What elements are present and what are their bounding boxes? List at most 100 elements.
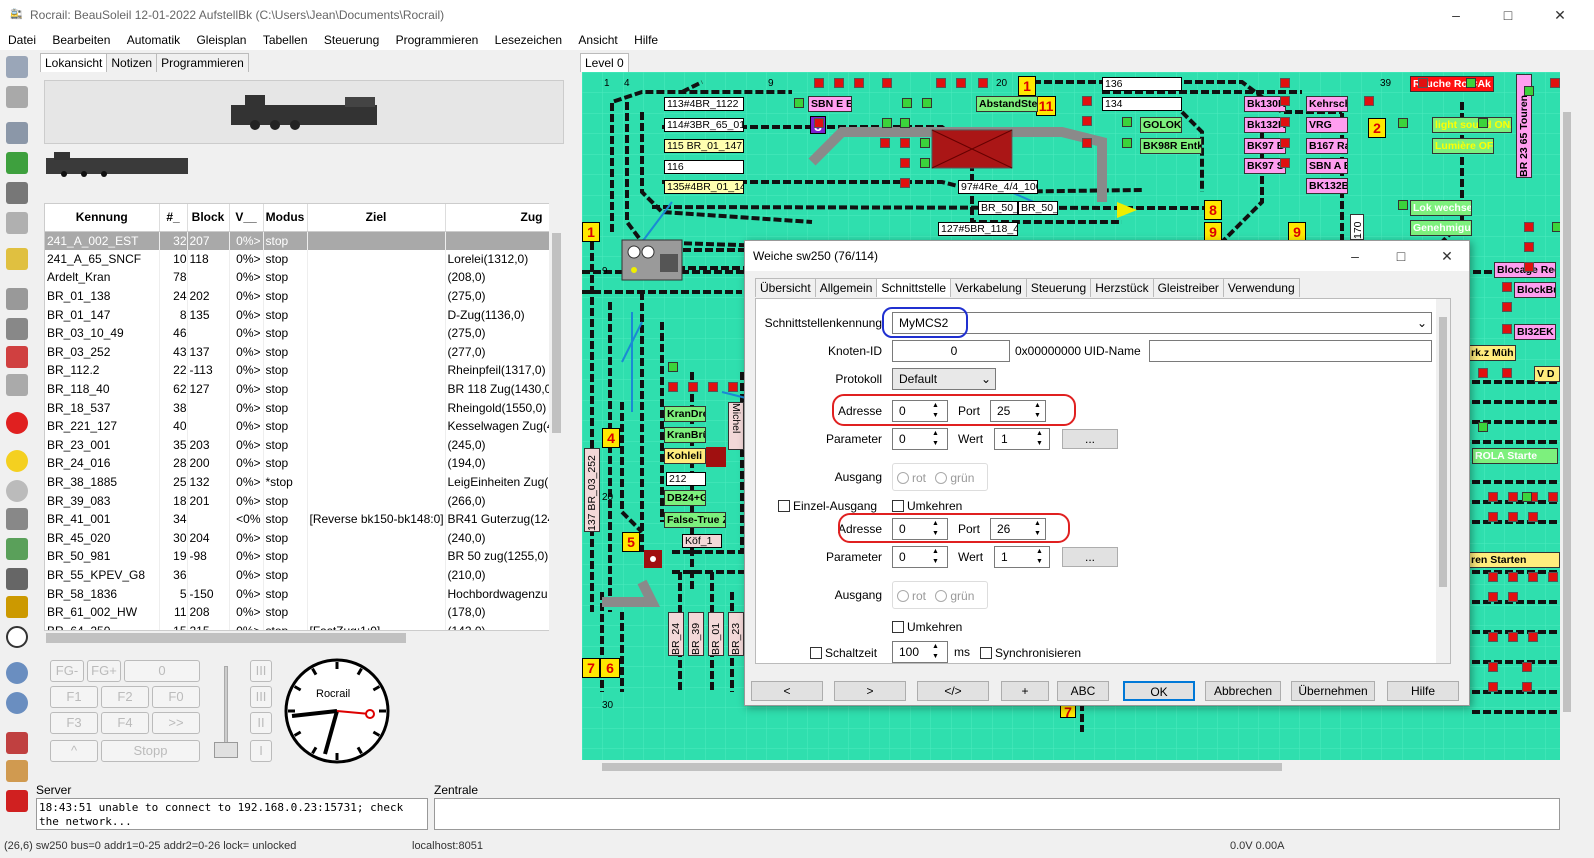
- table-row[interactable]: BR_45_020 30 204 0%> stop (240,0): [45, 528, 550, 548]
- speed-step-2-button[interactable]: II: [250, 712, 272, 734]
- block[interactable]: 115 BR_01_147: [664, 139, 744, 153]
- signal-red[interactable]: [814, 118, 824, 128]
- direction-button[interactable]: ^: [50, 740, 98, 762]
- signal-red[interactable]: [1522, 682, 1532, 692]
- label[interactable]: DB24+G: [664, 490, 706, 506]
- label[interactable]: light sound ON/: [1432, 117, 1512, 133]
- parameter2-input[interactable]: 0: [892, 546, 948, 568]
- block[interactable]: 135#4BR_01_14: [664, 180, 744, 194]
- vertical-label[interactable]: BR_23: [728, 612, 744, 656]
- col-number[interactable]: #_: [159, 204, 188, 232]
- table-row[interactable]: BR_50_981 19 -98 0%> stop BR 50 zug(1255,0): [45, 547, 550, 566]
- table-row[interactable]: BR_118_40 62 127 0%> stop BR 118 Zug(1430,0: [45, 379, 550, 399]
- signal-red[interactable]: [834, 78, 844, 88]
- marker-4[interactable]: 4: [602, 428, 620, 448]
- table-row[interactable]: BR_41_001 34 <0% stop [Reverse bk150-bk148:0…: [45, 509, 550, 529]
- vertical-label[interactable]: BR_24: [668, 612, 684, 656]
- signal-green[interactable]: [920, 158, 930, 168]
- signal-red[interactable]: [1488, 662, 1498, 672]
- table-row[interactable]: BR_39_083 18 201 0%> stop (266,0): [45, 491, 550, 510]
- tab-programmieren[interactable]: Programmieren: [156, 53, 249, 72]
- connect-icon[interactable]: [6, 288, 28, 310]
- switch-time-spinner[interactable]: ▲ ▼: [932, 642, 939, 662]
- block[interactable]: BR_50_: [978, 201, 1018, 215]
- col-speed[interactable]: V__: [229, 204, 264, 232]
- block[interactable]: BR_50_: [1018, 201, 1058, 215]
- signal-red[interactable]: [1280, 78, 1290, 88]
- block[interactable]: 127#5BR_118_4: [938, 222, 1018, 236]
- block[interactable]: 136: [1102, 77, 1182, 91]
- sound-icon[interactable]: [6, 480, 28, 502]
- tab-herzstueck[interactable]: Herzstück: [1090, 278, 1154, 297]
- parameter1-input[interactable]: 0: [892, 428, 948, 450]
- label[interactable]: B167 Ra: [1306, 138, 1348, 154]
- dialog-maximize-button[interactable]: □: [1381, 245, 1421, 267]
- minimize-button[interactable]: –: [1436, 4, 1476, 26]
- signal-red[interactable]: [728, 382, 738, 392]
- table-row[interactable]: BR_03_252 43 137 0%> stop (277,0): [45, 342, 550, 362]
- table-row[interactable]: BR_61_002_HW 11 208 0%> stop (178,0): [45, 602, 550, 622]
- menu-gleisplan[interactable]: Gleisplan: [188, 30, 251, 47]
- label[interactable]: KranDre: [664, 406, 706, 422]
- block[interactable]: 113#4BR_1122: [664, 97, 744, 111]
- signal-red[interactable]: [1508, 492, 1518, 502]
- parameter1-spinner[interactable]: ▲ ▼: [932, 429, 939, 449]
- block[interactable]: 212: [666, 472, 706, 486]
- undo-icon[interactable]: [6, 212, 28, 234]
- vertical-label[interactable]: 170: [1350, 214, 1364, 240]
- label[interactable]: ROLA Starte: [1472, 448, 1558, 464]
- menu-ansicht[interactable]: Ansicht: [570, 30, 622, 47]
- speed-step-1-button[interactable]: I: [250, 740, 272, 762]
- parameter2-more-button[interactable]: ...: [1062, 547, 1118, 567]
- signal-red[interactable]: [1524, 262, 1534, 272]
- loco-thumbnail[interactable]: [44, 148, 192, 178]
- signal-green[interactable]: [1478, 118, 1488, 128]
- prev-button[interactable]: <: [751, 681, 823, 701]
- node-id-input[interactable]: 0: [892, 340, 1010, 362]
- interface-id-combo[interactable]: MyMCS2 ⌄: [892, 312, 1432, 334]
- table-row[interactable]: BR_55_KPEV_G8 36 0%> stop (210,0): [45, 565, 550, 585]
- abc-button[interactable]: ABC: [1057, 681, 1109, 701]
- close-button[interactable]: ✕: [1540, 4, 1580, 26]
- switch-time-checkbox[interactable]: Schaltzeit: [810, 646, 877, 660]
- parameter1-more-button[interactable]: ...: [1062, 429, 1118, 449]
- table-row[interactable]: BR_38_1885 25 132 0%> *stop LeigEinheiten Zug…: [45, 472, 550, 492]
- signal-red[interactable]: [1550, 78, 1560, 88]
- search-map-icon[interactable]: [6, 508, 28, 530]
- add-button[interactable]: +: [1001, 681, 1049, 701]
- signal-green[interactable]: [900, 118, 910, 128]
- vertical-label[interactable]: Michel: [728, 402, 744, 450]
- signal-green[interactable]: [902, 98, 912, 108]
- signal-green[interactable]: [920, 138, 930, 148]
- signal-red[interactable]: [1280, 158, 1290, 168]
- f4-button[interactable]: F4: [101, 712, 149, 734]
- signal-red[interactable]: [1488, 632, 1498, 642]
- invert1-checkbox[interactable]: Umkehren: [892, 499, 962, 513]
- home-icon[interactable]: [6, 346, 28, 368]
- loco-table-hscroll[interactable]: [44, 631, 549, 646]
- tab-gleistreiber[interactable]: Gleistreiber: [1152, 278, 1224, 297]
- signal-red[interactable]: [1280, 138, 1290, 148]
- tab-verkabelung[interactable]: Verkabelung: [950, 278, 1027, 297]
- table-row[interactable]: BR_221_127 40 0%> stop Kesselwagen Zug(4: [45, 416, 550, 436]
- signal-red[interactable]: [1508, 512, 1518, 522]
- signal-red[interactable]: [1502, 302, 1512, 312]
- label[interactable]: SBN E B: [808, 96, 852, 112]
- col-block[interactable]: Block: [187, 204, 230, 232]
- ok-button[interactable]: OK: [1123, 681, 1195, 701]
- label[interactable]: V D: [1534, 366, 1560, 382]
- signal-red[interactable]: [1528, 572, 1538, 582]
- label[interactable]: KranBrü: [664, 427, 706, 443]
- marker-2[interactable]: 2: [1368, 118, 1386, 138]
- panel-vscroll[interactable]: [1436, 299, 1450, 663]
- col-kennung[interactable]: Kennung: [45, 204, 160, 232]
- tab-verwendung[interactable]: Verwendung: [1222, 278, 1300, 297]
- more-functions-button[interactable]: >>: [152, 712, 200, 734]
- col-ziel[interactable]: Ziel: [307, 204, 446, 232]
- print-icon[interactable]: [6, 182, 28, 204]
- signal-red[interactable]: [1488, 682, 1498, 692]
- output2-green-radio[interactable]: grün: [935, 589, 974, 603]
- col-zug[interactable]: Zug: [445, 204, 550, 232]
- label[interactable]: BlockBu: [1514, 282, 1556, 298]
- menu-steuerung[interactable]: Steuerung: [316, 30, 384, 47]
